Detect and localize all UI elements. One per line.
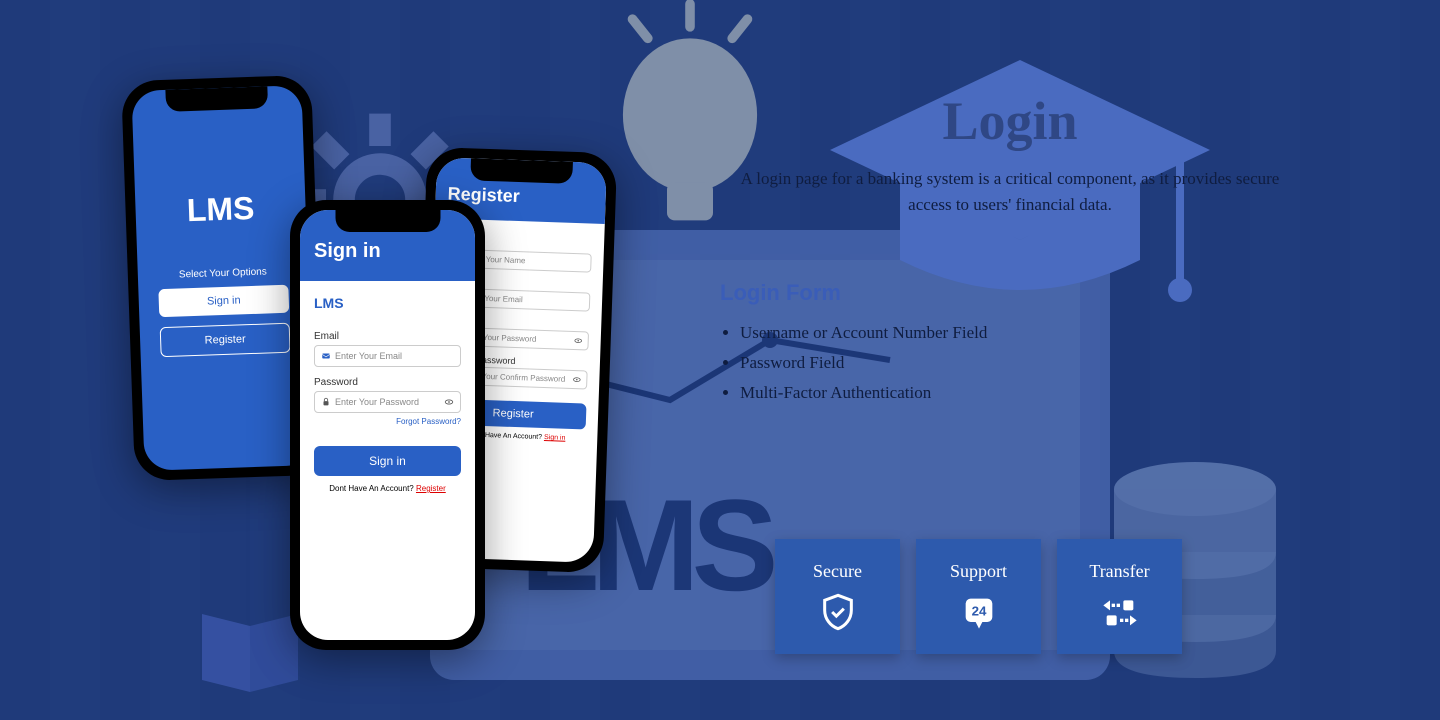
eye-icon[interactable] — [574, 336, 583, 345]
transfer-icon — [1100, 592, 1140, 632]
list-item: Username or Account Number Field — [740, 318, 1220, 348]
phone2-email-label: Email — [314, 331, 461, 342]
support-24-icon: 24 — [959, 592, 999, 632]
phone2-forgot-link[interactable]: Forgot Password? — [314, 417, 461, 426]
phone2-signin-button[interactable]: Sign in — [314, 446, 461, 476]
feature-card-support[interactable]: Support 24 — [916, 539, 1041, 654]
feature-label: Secure — [813, 561, 862, 582]
feature-cards: Secure Support 24 Transfer — [775, 539, 1182, 654]
phone-notch — [335, 210, 440, 232]
phone2-password-input[interactable]: Enter Your Password — [314, 391, 461, 413]
feature-card-transfer[interactable]: Transfer — [1057, 539, 1182, 654]
shield-check-icon — [818, 592, 858, 632]
lock-icon — [321, 397, 331, 407]
login-form-info: Login Form Username or Account Number Fi… — [720, 280, 1220, 407]
phone-notch — [470, 158, 573, 184]
list-item: Password Field — [740, 348, 1220, 378]
phone1-register-button[interactable]: Register — [160, 323, 291, 358]
feature-card-secure[interactable]: Secure — [775, 539, 900, 654]
mail-icon — [321, 351, 331, 361]
phone2-title: LMS — [314, 295, 461, 315]
page-description: A login page for a banking system is a c… — [720, 166, 1300, 217]
page-title: Login — [720, 90, 1300, 152]
phone-mockup-signin: Sign in LMS Email Enter Your Email Passw… — [290, 200, 485, 650]
eye-icon[interactable] — [444, 397, 454, 407]
login-form-heading: Login Form — [720, 280, 1220, 306]
list-item: Multi-Factor Authentication — [740, 378, 1220, 408]
phone1-options-label: Select Your Options — [179, 266, 267, 280]
hero-section: Login A login page for a banking system … — [720, 90, 1300, 217]
phone2-email-input[interactable]: Enter Your Email — [314, 345, 461, 367]
phone1-logo: LMS — [186, 190, 255, 229]
login-form-list: Username or Account Number Field Passwor… — [720, 318, 1220, 407]
svg-text:24: 24 — [971, 603, 986, 618]
phone-notch — [165, 86, 268, 112]
feature-label: Support — [950, 561, 1007, 582]
feature-label: Transfer — [1089, 561, 1149, 582]
phone3-signin-link[interactable]: Sign in — [544, 434, 566, 442]
phone2-register-link[interactable]: Register — [416, 484, 446, 493]
phone2-email-placeholder: Enter Your Email — [335, 351, 402, 361]
phone2-footer-text: Dont Have An Account? — [329, 484, 416, 493]
phone2-footer: Dont Have An Account? Register — [314, 484, 461, 493]
phone1-signin-button[interactable]: Sign in — [158, 285, 289, 318]
phone2-password-label: Password — [314, 377, 461, 388]
phone2-password-placeholder: Enter Your Password — [335, 397, 419, 407]
eye-icon[interactable] — [572, 375, 581, 384]
